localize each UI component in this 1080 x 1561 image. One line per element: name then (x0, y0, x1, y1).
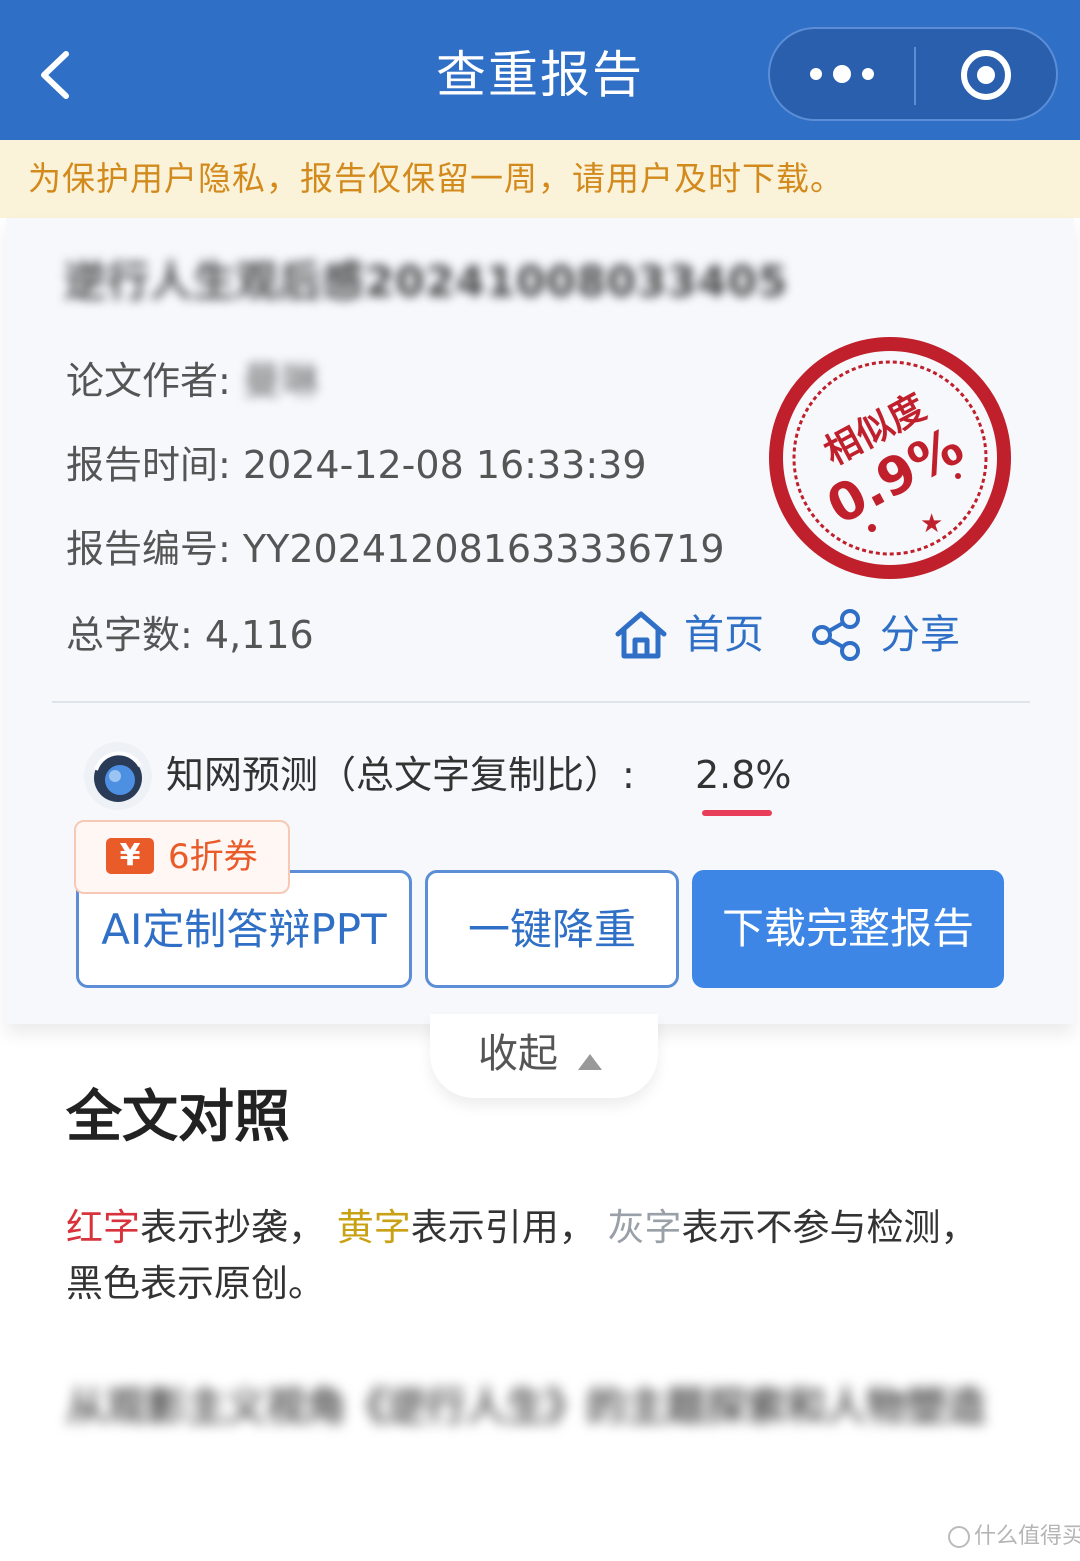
report-time-row: 报告时间: 2024-12-08 16:33:39 (66, 440, 647, 490)
share-icon (812, 609, 860, 661)
report-time-value: 2024-12-08 16:33:39 (242, 443, 647, 487)
nav-bar: 查重报告 (0, 0, 1080, 140)
star-icon: ★ (920, 509, 943, 539)
word-count-label: 总字数: (66, 613, 193, 657)
author-label: 论文作者: (66, 359, 231, 403)
author-row: 论文作者: 曼琳 (66, 356, 319, 406)
legend-gray-text: 表示不参与检测， (681, 1206, 978, 1249)
home-icon (615, 611, 667, 659)
color-legend: 红字表示抄袭， 黄字表示引用， 灰字表示不参与检测， 黑色表示原创。 (66, 1200, 1026, 1312)
download-report-button[interactable]: 下载完整报告 (692, 870, 1004, 988)
report-time-label: 报告时间: (66, 443, 231, 487)
close-button[interactable] (956, 45, 1016, 105)
cnki-prediction-label: 知网预测（总文字复制比）: (166, 753, 635, 797)
discount-coupon-badge[interactable]: ¥ 6折券 (74, 820, 290, 894)
caret-up-icon (578, 1054, 602, 1070)
home-label: 首页 (684, 612, 764, 658)
legend-yellow-word: 黄字 (336, 1206, 411, 1249)
more-dots-icon (810, 65, 874, 83)
watermark-text: 什么值得买 (974, 1524, 1080, 1549)
home-link[interactable]: 首页 (612, 606, 772, 664)
legend-red-text: 表示抄袭， (140, 1206, 325, 1249)
report-id-value: YY20241208163333​6719 (242, 527, 725, 571)
mini-program-capsule (768, 27, 1058, 121)
watermark-icon (948, 1526, 970, 1548)
legend-black-text: 黑色表示原创。 (66, 1262, 325, 1305)
reduce-duplicate-button[interactable]: 一键降重 (425, 870, 679, 988)
section-title: 全文对照 (66, 1085, 290, 1150)
more-button[interactable] (800, 49, 890, 99)
legend-yellow-text: 表示引用， (410, 1206, 596, 1249)
coupon-label: 6折券 (168, 837, 258, 877)
collapse-button[interactable]: 收起 (430, 1014, 658, 1098)
target-circle-icon (961, 50, 1011, 100)
word-count-row: 总字数: 4,116 (66, 610, 314, 660)
legend-red-word: 红字 (66, 1206, 140, 1249)
divider (52, 701, 1030, 703)
cnki-logo-icon (84, 742, 152, 810)
report-id-label: 报告编号: (66, 527, 231, 571)
cnki-prediction-value: 2.8% (695, 753, 792, 797)
report-id-row: 报告编号: YY20241208163333​6719 (66, 524, 725, 574)
document-title: 逆行人生观后感20241008033405 (64, 257, 789, 306)
value-underline (702, 810, 772, 816)
author-value: 曼琳 (242, 359, 319, 403)
collapse-label: 收起 (478, 1031, 558, 1077)
share-label: 分享 (880, 612, 960, 658)
yuan-icon: ¥ (106, 838, 154, 874)
share-link[interactable]: 分享 (808, 606, 968, 664)
blurred-paragraph: 从观影主义视角《逆行人生》的主题探索和人物塑造 (66, 1384, 986, 1430)
legend-gray-word: 灰字 (607, 1206, 682, 1249)
privacy-notice: 为保护用户隐私，报告仅保留一周，请用户及时下载。 (0, 140, 1080, 218)
watermark: 什么值得买 (948, 1522, 1080, 1552)
capsule-divider (914, 47, 916, 105)
word-count-value: 4,116 (204, 613, 314, 657)
similarity-stamp: 相似度 0.9% ★ (769, 337, 1011, 579)
